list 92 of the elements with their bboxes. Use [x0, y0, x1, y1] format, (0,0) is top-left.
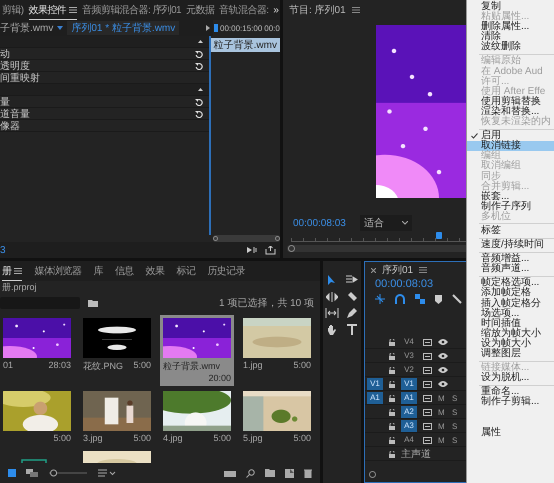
project-path: 册.prproj	[1, 281, 38, 294]
effect-name[interactable]: 动	[0, 46, 10, 60]
effect-name[interactable]: 道音量	[0, 106, 30, 120]
zoom-dropdown[interactable]: 适合	[360, 215, 412, 231]
media-duration: 20:00	[208, 373, 231, 383]
menu-item[interactable]: 添加帧定格	[467, 288, 554, 299]
media-item[interactable]: 花纹.PNG 5:00	[80, 315, 154, 386]
source-clip-name[interactable]: 子背景.wmv	[0, 21, 54, 35]
menu-item[interactable]: 设为帧大小	[467, 338, 554, 349]
menu-item[interactable]: 标签	[467, 226, 554, 236]
media-item[interactable]: 4.jpg 5:00	[160, 388, 234, 446]
solo-button[interactable]: S	[452, 394, 460, 402]
panel-tab[interactable]: 音频剪辑混合器: 序列01	[82, 1, 182, 19]
media-item[interactable]: 1.jpg 5:00	[240, 315, 314, 386]
media-duration: 5:00	[133, 433, 151, 443]
track-target[interactable]: V3	[401, 350, 417, 362]
mute-button[interactable]: M	[438, 408, 446, 416]
menu-item[interactable]: 速度/持续时间	[467, 240, 554, 250]
menu-item[interactable]: 时间插值	[467, 318, 554, 329]
effect-name[interactable]: 像器	[0, 118, 20, 132]
panel-tab[interactable]: 信息	[114, 262, 134, 280]
menu-item[interactable]: 嵌套...	[467, 192, 554, 202]
menu-item[interactable]: 缩放为帧大小	[467, 328, 554, 339]
more-tabs-button[interactable]: »	[273, 4, 279, 16]
menu-item[interactable]: 波纹删除	[467, 42, 554, 52]
media-item[interactable]: 粒子背景.wmv 20:00	[160, 315, 234, 386]
menu-item[interactable]: 取消链接	[467, 141, 554, 152]
effect-name[interactable]: 量	[0, 94, 10, 108]
timecode[interactable]: 00:00:08:03	[293, 218, 346, 228]
ruler-time: 00:00:15:00	[220, 24, 262, 32]
solo-button[interactable]: S	[452, 422, 460, 430]
track-target[interactable]: A1	[401, 392, 417, 404]
media-duration: 5:00	[293, 433, 311, 443]
menu-item[interactable]: 制作子序列	[467, 202, 554, 212]
media-name: 5.jpg	[243, 433, 263, 443]
panel-tab[interactable]: 媒体浏览器	[34, 262, 82, 280]
panel-tab[interactable]: 元数据	[186, 1, 214, 19]
media-duration: 5:00	[293, 360, 311, 370]
media-duration: 5:00	[133, 360, 151, 372]
media-name: 01	[3, 360, 14, 370]
track-target[interactable]: A3	[401, 420, 417, 432]
effect-name[interactable]: 间重映射	[0, 70, 40, 84]
track-target[interactable]: V4	[401, 336, 417, 348]
sequence-clip-name[interactable]: 序列01 * 粒子背景.wmv	[67, 21, 180, 35]
source-patch[interactable]: A1	[367, 392, 383, 404]
menu-item[interactable]: 设为脱机...	[467, 373, 554, 384]
source-patch[interactable]: V1	[367, 378, 383, 390]
menu-item[interactable]: 插入帧定格分	[467, 298, 554, 309]
mute-button[interactable]: M	[438, 436, 446, 444]
panel-tab[interactable]: 历史记录	[207, 262, 245, 280]
panel-tab[interactable]: 标记	[176, 262, 196, 280]
menu-item[interactable]: 渲染和替换...	[467, 106, 554, 118]
media-name: 1.jpg	[243, 360, 263, 370]
media-item[interactable]: 3.jpg 5:00	[80, 388, 154, 446]
panel-tab[interactable]: 剪辑)	[2, 1, 24, 19]
panel-title: 节目: 序列01	[289, 4, 346, 17]
menu-item[interactable]: 制作子剪辑...	[467, 397, 554, 408]
menu-item[interactable]: 复制	[467, 2, 554, 12]
media-duration: 28:03	[48, 360, 71, 370]
selection-count: 1 项已选择，共 10 项	[218, 296, 314, 310]
media-duration: 5:00	[213, 433, 231, 443]
menu-item[interactable]: 音频声道...	[467, 264, 554, 274]
menu-item[interactable]: 使用剪辑替换	[467, 96, 554, 107]
ruler-time: 00:0	[264, 24, 280, 32]
media-item[interactable]: 5.jpg 5:00	[240, 388, 314, 446]
solo-button[interactable]: S	[452, 408, 460, 416]
mute-button[interactable]: M	[438, 422, 446, 430]
mute-button[interactable]: M	[438, 394, 446, 402]
solo-button[interactable]: S	[452, 436, 460, 444]
track-target[interactable]: A4	[401, 434, 417, 446]
media-duration: 5:00	[53, 433, 71, 443]
timecode[interactable]: 3	[0, 244, 6, 256]
media-name: 3.jpg	[83, 433, 103, 443]
track-name: 主声道	[401, 448, 431, 461]
panel-title: 序列01	[382, 264, 414, 277]
track-target[interactable]: V2	[401, 364, 417, 376]
effect-name[interactable]: 透明度	[0, 58, 30, 72]
menu-item[interactable]: 调整图层	[467, 349, 554, 360]
panel-tab[interactable]: 效果	[146, 262, 164, 280]
menu-item[interactable]: 场选项...	[467, 308, 554, 319]
media-name: 花纹.PNG	[83, 360, 124, 373]
media-item[interactable]: 01 28:03	[0, 315, 74, 386]
media-name: 粒子背景.wmv	[163, 360, 220, 373]
media-name: 4.jpg	[163, 433, 183, 443]
track-target[interactable]: V1	[401, 378, 417, 390]
media-item[interactable]: 5:00	[0, 388, 74, 446]
track-target[interactable]: A2	[401, 406, 417, 418]
menu-item[interactable]: 属性	[467, 428, 554, 439]
panel-tab[interactable]: 库	[93, 262, 103, 280]
clip-bar[interactable]: 粒子背景.wmv	[210, 38, 280, 52]
panel-tab[interactable]: 册	[2, 262, 22, 280]
panel-tab[interactable]: 音轨混合器:	[219, 1, 268, 19]
